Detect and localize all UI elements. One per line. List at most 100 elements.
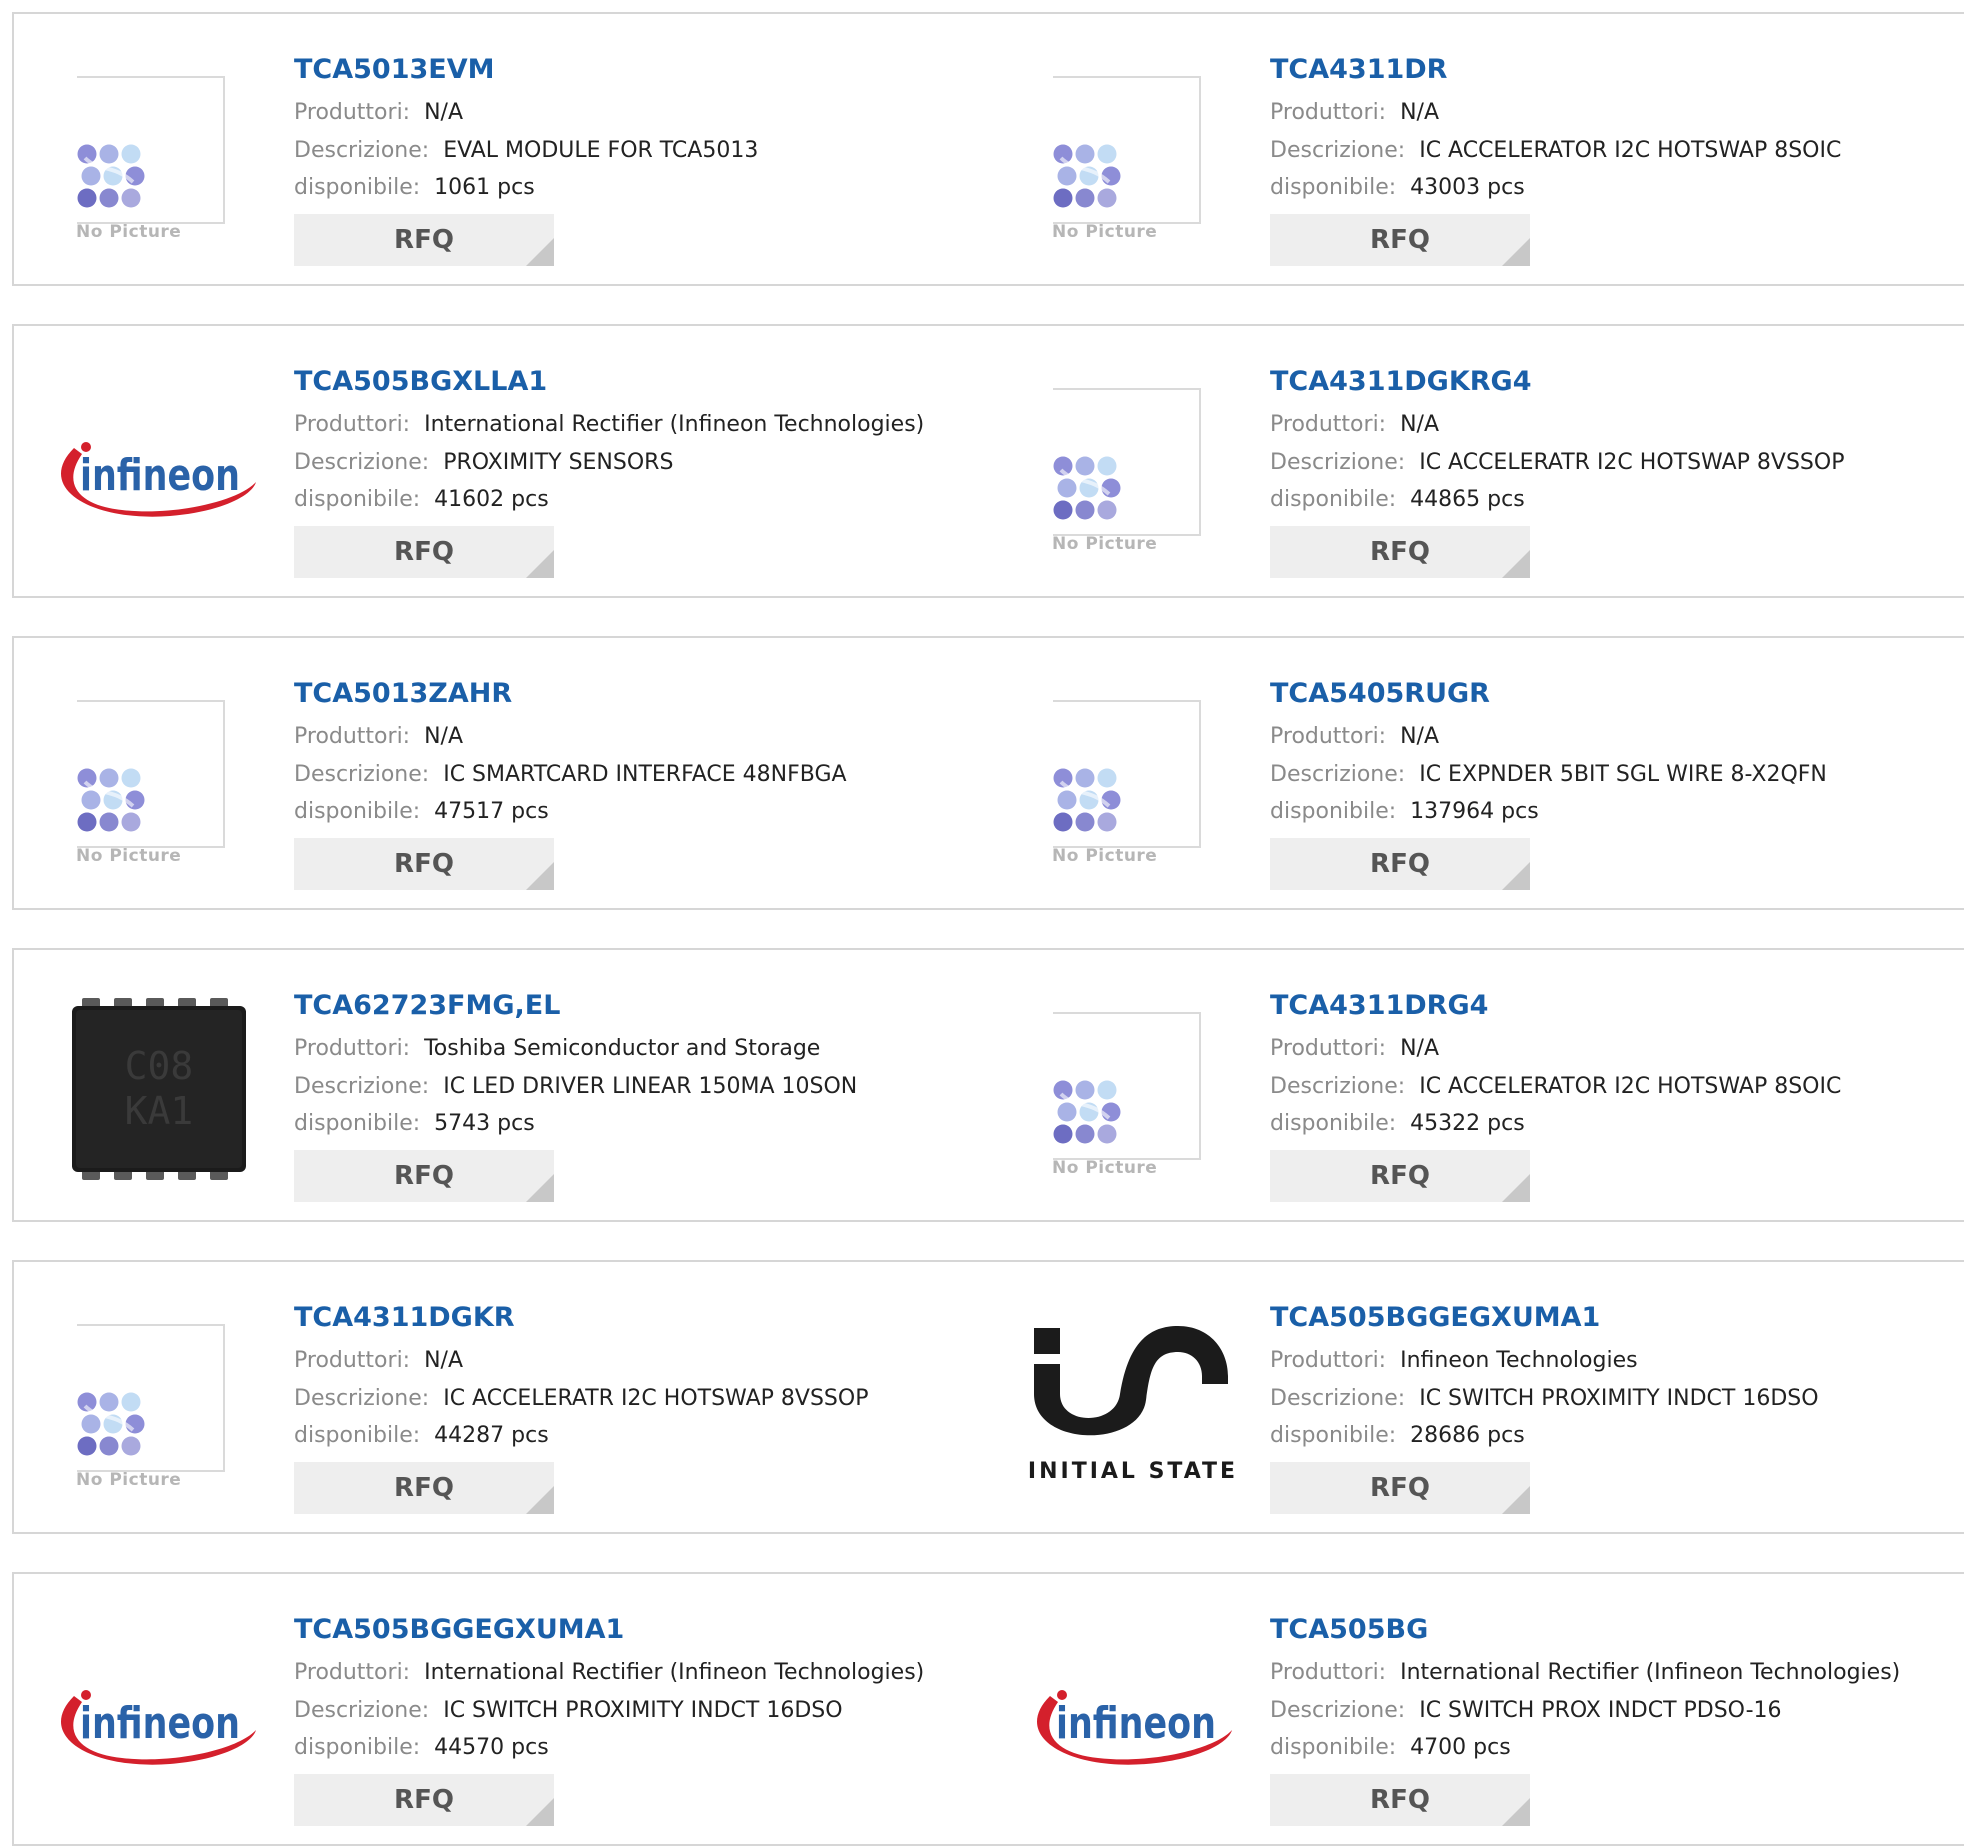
rfq-button-label: RFQ bbox=[394, 1161, 454, 1191]
availability-row-value: 44865 pcs bbox=[1410, 487, 1525, 512]
manufacturer-row: Produttori: International Rectifier (Infi… bbox=[294, 412, 924, 437]
rfq-button[interactable]: RFQ bbox=[1270, 838, 1530, 890]
infineon-logo-text: infineon bbox=[80, 1698, 240, 1749]
description-row-label: Descrizione: bbox=[1270, 1698, 1406, 1723]
description-row-label: Descrizione: bbox=[1270, 1074, 1406, 1099]
availability-row: disponibile: 1061 pcs bbox=[294, 175, 535, 200]
description-row-value: IC ACCELERATR I2C HOTSWAP 8VSSOP bbox=[443, 1386, 869, 1411]
manufacturer-row-value: International Rectifier (Infineon Techno… bbox=[424, 1660, 925, 1685]
description-row-value: PROXIMITY SENSORS bbox=[443, 450, 674, 475]
product-title-link[interactable]: TCA505BGGEGXUMA1 bbox=[1270, 1302, 1600, 1333]
manufacturer-row-label: Produttori: bbox=[294, 1036, 411, 1061]
manufacturer-row: Produttori: Infineon Technologies bbox=[1270, 1348, 1638, 1373]
no-picture-icon bbox=[77, 768, 145, 832]
description-row-value: IC ACCELERATOR I2C HOTSWAP 8SOIC bbox=[1419, 138, 1842, 163]
manufacturer-row: Produttori: International Rectifier (Infi… bbox=[1270, 1660, 1900, 1685]
infineon-logo: infineon bbox=[60, 442, 256, 517]
manufacturer-row-value: N/A bbox=[1400, 100, 1440, 125]
manufacturer-row: Produttori: Toshiba Semiconductor and Sto… bbox=[294, 1036, 820, 1061]
rfq-button[interactable]: RFQ bbox=[294, 214, 554, 266]
product-title-link[interactable]: TCA5013EVM bbox=[294, 54, 494, 85]
availability-row: disponibile: 4700 pcs bbox=[1270, 1735, 1511, 1760]
availability-row-label: disponibile: bbox=[1270, 799, 1397, 824]
description-row-label: Descrizione: bbox=[1270, 1386, 1406, 1411]
rfq-button-label: RFQ bbox=[394, 537, 454, 567]
rfq-button[interactable]: RFQ bbox=[294, 1150, 554, 1202]
description-row: Descrizione: IC ACCELERATR I2C HOTSWAP 8V… bbox=[294, 1386, 868, 1411]
rfq-button-label: RFQ bbox=[1370, 1473, 1430, 1503]
product-title-link[interactable]: TCA4311DRG4 bbox=[1270, 990, 1488, 1021]
description-row: Descrizione: IC EXPNDER 5BIT SGL WIRE 8-X… bbox=[1270, 762, 1827, 787]
description-row: Descrizione: EVAL MODULE FOR TCA5013 bbox=[294, 138, 758, 163]
manufacturer-row-label: Produttori: bbox=[1270, 1036, 1387, 1061]
availability-row-label: disponibile: bbox=[294, 1423, 421, 1448]
manufacturer-row-label: Produttori: bbox=[294, 1348, 411, 1373]
rfq-button[interactable]: RFQ bbox=[294, 1774, 554, 1826]
availability-row-value: 44287 pcs bbox=[434, 1423, 549, 1448]
manufacturer-row-label: Produttori: bbox=[294, 724, 411, 749]
chip-marking: C08 bbox=[125, 1044, 194, 1088]
description-row: Descrizione: IC LED DRIVER LINEAR 150MA 1… bbox=[294, 1074, 857, 1099]
rfq-button[interactable]: RFQ bbox=[1270, 526, 1530, 578]
manufacturer-row: Produttori: N/A bbox=[294, 100, 463, 125]
no-picture-icon bbox=[1053, 144, 1121, 208]
infineon-logo-text: infineon bbox=[80, 450, 240, 501]
availability-row-label: disponibile: bbox=[1270, 175, 1397, 200]
product-title-link[interactable]: TCA5013ZAHR bbox=[294, 678, 512, 709]
description-row-value: IC ACCELERATOR I2C HOTSWAP 8SOIC bbox=[1419, 1074, 1842, 1099]
availability-row-label: disponibile: bbox=[294, 487, 421, 512]
rfq-button[interactable]: RFQ bbox=[1270, 1774, 1530, 1826]
rfq-button[interactable]: RFQ bbox=[294, 838, 554, 890]
rfq-button[interactable]: RFQ bbox=[1270, 1462, 1530, 1514]
availability-row: disponibile: 28686 pcs bbox=[1270, 1423, 1525, 1448]
product-title-link[interactable]: TCA62723FMG,EL bbox=[294, 990, 560, 1021]
description-row-label: Descrizione: bbox=[294, 1074, 430, 1099]
product-card: No Picture TCA4311DR Produttori: N/A Descriz… bbox=[990, 12, 1964, 286]
rfq-button[interactable]: RFQ bbox=[1270, 1150, 1530, 1202]
rfq-corner-decoration bbox=[526, 550, 554, 578]
initial-state-logo-text: INITIAL STATE bbox=[1028, 1459, 1238, 1484]
description-row-label: Descrizione: bbox=[294, 762, 430, 787]
availability-row-value: 4700 pcs bbox=[1410, 1735, 1511, 1760]
description-row: Descrizione: PROXIMITY SENSORS bbox=[294, 450, 673, 475]
product-title-link[interactable]: TCA505BGXLLA1 bbox=[294, 366, 547, 397]
description-row-value: IC SWITCH PROX INDCT PDSO-16 bbox=[1419, 1698, 1782, 1723]
description-row-label: Descrizione: bbox=[1270, 138, 1406, 163]
availability-row-value: 47517 pcs bbox=[434, 799, 549, 824]
product-title-link[interactable]: TCA505BG bbox=[1270, 1614, 1428, 1645]
availability-row-label: disponibile: bbox=[294, 175, 421, 200]
rfq-button[interactable]: RFQ bbox=[294, 526, 554, 578]
availability-row-label: disponibile: bbox=[294, 799, 421, 824]
availability-row: disponibile: 44287 pcs bbox=[294, 1423, 549, 1448]
rfq-button-label: RFQ bbox=[394, 225, 454, 255]
availability-row-value: 137964 pcs bbox=[1410, 799, 1539, 824]
product-title-link[interactable]: TCA4311DGKR bbox=[294, 1302, 515, 1333]
availability-row: disponibile: 47517 pcs bbox=[294, 799, 549, 824]
infineon-logo-text: infineon bbox=[1056, 1698, 1216, 1749]
chip-marking: KA1 bbox=[125, 1089, 194, 1133]
manufacturer-row-label: Produttori: bbox=[294, 100, 411, 125]
product-title-link[interactable]: TCA505BGGEGXUMA1 bbox=[294, 1614, 624, 1645]
manufacturer-row-value: N/A bbox=[1400, 412, 1440, 437]
availability-row-label: disponibile: bbox=[294, 1735, 421, 1760]
product-title-link[interactable]: TCA4311DR bbox=[1270, 54, 1447, 85]
availability-row: disponibile: 137964 pcs bbox=[1270, 799, 1539, 824]
product-title-link[interactable]: TCA5405RUGR bbox=[1270, 678, 1490, 709]
rfq-button[interactable]: RFQ bbox=[1270, 214, 1530, 266]
availability-row-label: disponibile: bbox=[294, 1111, 421, 1136]
rfq-button-label: RFQ bbox=[1370, 1161, 1430, 1191]
availability-row-value: 43003 pcs bbox=[1410, 175, 1525, 200]
availability-row-value: 45322 pcs bbox=[1410, 1111, 1525, 1136]
rfq-button[interactable]: RFQ bbox=[294, 1462, 554, 1514]
product-card: infineon TCA505BGGEGXUMA1 Produttori: Inter… bbox=[12, 1572, 992, 1846]
chip-photo: C08KA1 bbox=[72, 998, 246, 1180]
no-picture-icon bbox=[77, 144, 145, 208]
manufacturer-row: Produttori: N/A bbox=[1270, 1036, 1439, 1061]
manufacturer-row-value: N/A bbox=[1400, 724, 1440, 749]
product-title-link[interactable]: TCA4311DGKRG4 bbox=[1270, 366, 1532, 397]
availability-row-value: 1061 pcs bbox=[434, 175, 535, 200]
description-row: Descrizione: IC SWITCH PROXIMITY INDCT 16… bbox=[1270, 1386, 1819, 1411]
rfq-corner-decoration bbox=[1502, 1174, 1530, 1202]
description-row-label: Descrizione: bbox=[1270, 450, 1406, 475]
rfq-corner-decoration bbox=[1502, 238, 1530, 266]
